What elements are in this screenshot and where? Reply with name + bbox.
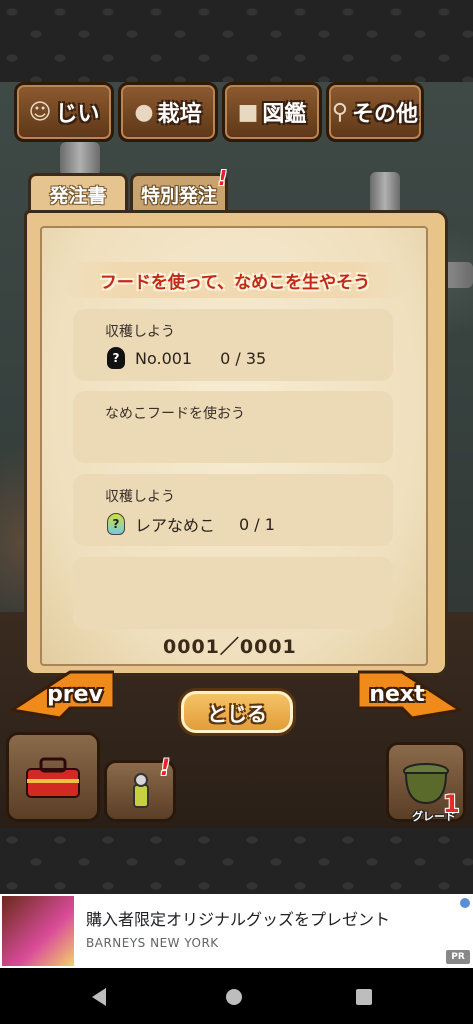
task-detail: ? レアなめこ 0 / 1 [107, 512, 275, 536]
menu-elder-button[interactable]: ☺ じい [14, 82, 114, 142]
bottom-pattern-band [0, 828, 473, 894]
dark-nameko-icon: ? [107, 347, 125, 369]
prev-button[interactable]: prev [10, 668, 114, 720]
prev-label: prev [47, 681, 103, 707]
task-title: 収穫しよう [105, 489, 175, 505]
task-item: 収穫しよう ? レアなめこ 0 / 1 [73, 474, 393, 546]
ad-choices-icon[interactable] [460, 898, 470, 908]
task-item: なめこフードを使おう [73, 391, 393, 463]
task-target-name: レアなめこ [135, 516, 216, 535]
next-button[interactable]: next [358, 668, 462, 720]
toolbox-icon [26, 757, 80, 798]
ad-title: 購入者限定オリジナルグッズをプレゼント [86, 910, 391, 929]
menu-encyclopedia-label: 図鑑 [262, 102, 307, 127]
menu-other-button[interactable]: ⚲ その他 [326, 82, 424, 142]
grade-value: 1 [443, 790, 460, 818]
tab-special-order-label: 特別発注 [140, 185, 217, 207]
top-pattern-band [0, 0, 473, 82]
spray-icon [133, 773, 149, 808]
ad-thumbnail [2, 896, 74, 966]
close-button[interactable]: とじる [178, 688, 296, 736]
menu-elder-label: じい [55, 102, 100, 127]
ad-banner[interactable]: 購入者限定オリジナルグッズをプレゼント BARNEYS NEW YORK [0, 894, 473, 968]
recents-icon[interactable] [356, 989, 372, 1005]
task-progress: 0 / 1 [239, 514, 275, 534]
rare-nameko-icon: ? [107, 513, 125, 535]
close-label: とじる [207, 701, 267, 726]
ad-advertiser: BARNEYS NEW YORK [86, 936, 219, 950]
task-title: なめこフードを使おう [105, 406, 245, 422]
back-icon[interactable] [92, 988, 106, 1006]
tab-special-order[interactable]: 特別発注 [130, 173, 228, 213]
task-number: No.001 [135, 348, 193, 368]
log-icon: ● [134, 99, 154, 125]
toolbox-button[interactable] [6, 732, 100, 822]
magnifier-icon: ⚲ [331, 99, 349, 125]
menu-encyclopedia-button[interactable]: ■ 図鑑 [222, 82, 322, 142]
task-detail: ? No.001 0 / 35 [107, 347, 266, 369]
task-title: 収穫しよう [105, 324, 175, 340]
menu-other-label: その他 [352, 102, 419, 127]
home-icon[interactable] [226, 989, 242, 1005]
tab-order-sheet[interactable]: 発注書 [28, 173, 128, 213]
task-progress: 0 / 35 [220, 348, 267, 368]
page-counter: 0001／0001 [163, 636, 297, 658]
panel-title: フードを使って、なめこを生やそう [62, 262, 408, 298]
elder-icon: ☺ [28, 99, 52, 125]
spray-alert-icon: ! [160, 756, 171, 781]
special-order-alert-icon: ! [218, 166, 228, 190]
ad-pr-badge: PR [446, 950, 470, 964]
tab-order-sheet-label: 発注書 [49, 185, 107, 207]
pipe-decoration [60, 142, 100, 176]
task-item-empty [73, 557, 393, 629]
menu-cultivate-label: 栽培 [157, 102, 202, 127]
task-item: 収穫しよう ? No.001 0 / 35 [73, 309, 393, 381]
next-label: next [369, 681, 425, 707]
menu-cultivate-button[interactable]: ● 栽培 [118, 82, 218, 142]
book-icon: ■ [237, 99, 259, 125]
